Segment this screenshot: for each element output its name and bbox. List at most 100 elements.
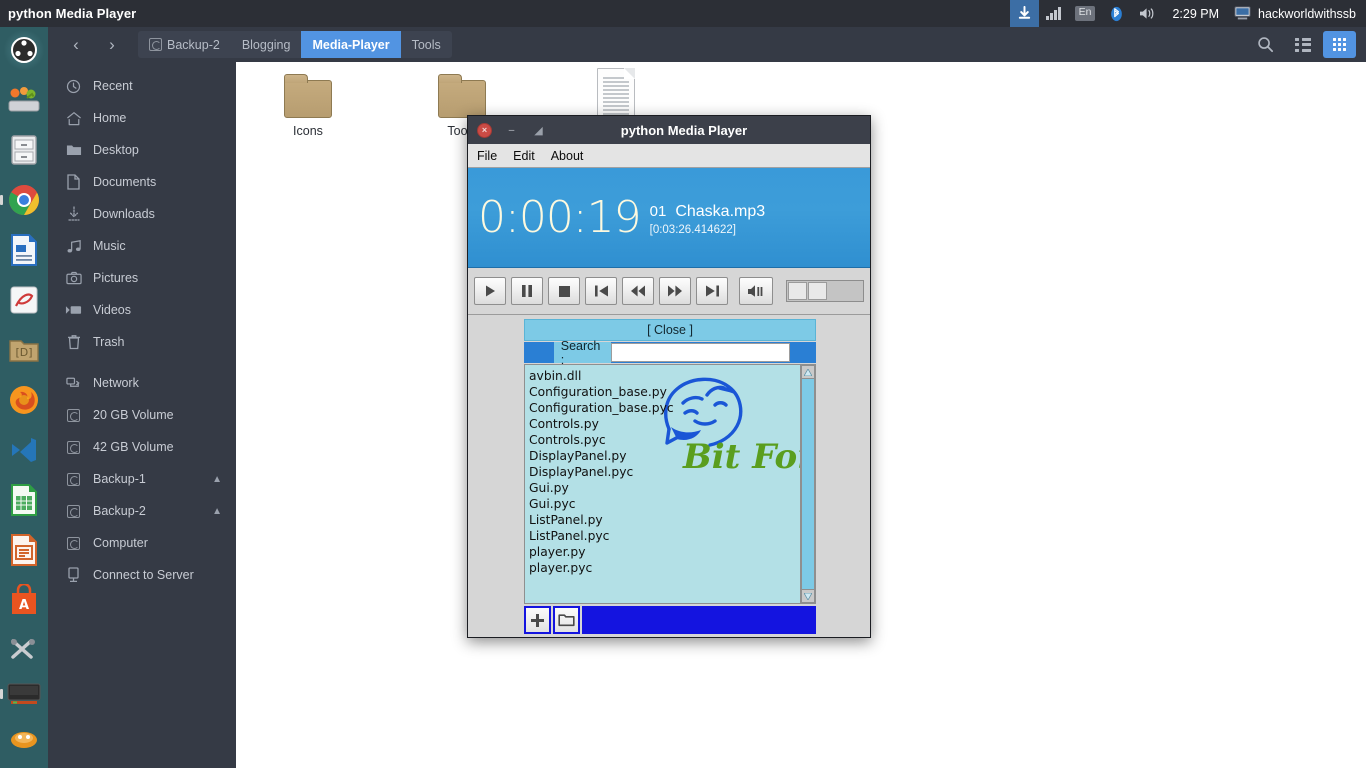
menu-edit[interactable]: Edit — [513, 149, 535, 163]
sidebar-item-computer[interactable]: Computer — [48, 527, 236, 559]
keyboard-layout-indicator[interactable]: En — [1068, 0, 1103, 27]
search-input[interactable] — [611, 343, 790, 362]
ubuntu-software-center-icon[interactable]: A — [4, 580, 44, 620]
media-player-titlebar[interactable]: × – ◢ python Media Player — [468, 116, 870, 144]
grid-view-icon[interactable] — [1323, 31, 1356, 58]
sidebar-item-backup-2[interactable]: Backup-2 ▲ — [48, 495, 236, 527]
minimize-button[interactable]: – — [504, 123, 519, 138]
scroll-up-arrow-icon[interactable] — [801, 365, 815, 379]
libreoffice-calc-icon[interactable] — [4, 480, 44, 520]
firefox-icon[interactable] — [4, 380, 44, 420]
username-label[interactable]: hackworldwithssb — [1258, 7, 1366, 21]
google-chrome-icon[interactable] — [0, 180, 44, 220]
menu-file[interactable]: File — [477, 149, 497, 163]
fast-forward-button[interactable] — [659, 277, 691, 305]
play-button[interactable] — [474, 277, 506, 305]
search-icon[interactable] — [1249, 31, 1282, 58]
sidebar-item-trash[interactable]: Trash — [48, 326, 236, 358]
file-list[interactable]: avbin.dll Configuration_base.py Configur… — [525, 365, 800, 603]
list-item[interactable]: Controls.pyc — [529, 432, 800, 448]
evince-document-viewer-icon[interactable] — [4, 280, 44, 320]
breadcrumb-item-tools[interactable]: Tools — [401, 31, 452, 58]
sidebar-item-pictures[interactable]: Pictures — [48, 262, 236, 294]
list-item[interactable]: Configuration_base.pyc — [529, 400, 800, 416]
list-item[interactable]: ListPanel.py — [529, 512, 800, 528]
libreoffice-writer-icon[interactable] — [4, 230, 44, 270]
list-item[interactable]: DisplayPanel.pyc — [529, 464, 800, 480]
pause-button[interactable] — [511, 277, 543, 305]
sidebar-item-documents[interactable]: Documents — [48, 166, 236, 198]
eject-icon[interactable]: ▲ — [212, 474, 222, 485]
sidebar-item-desktop[interactable]: Desktop — [48, 134, 236, 166]
elapsed-time: 0:00:19 — [478, 191, 642, 243]
list-item[interactable]: DisplayPanel.py — [529, 448, 800, 464]
list-view-icon[interactable] — [1286, 31, 1319, 58]
list-item[interactable]: player.pyc — [529, 560, 800, 576]
download-arrow-icon[interactable] — [1010, 0, 1040, 27]
sidebar-item-42gb-volume[interactable]: 42 GB Volume — [48, 431, 236, 463]
sidebar-item-music[interactable]: Music — [48, 230, 236, 262]
sidebar-item-label: Desktop — [93, 143, 139, 157]
transport-controls — [468, 268, 870, 315]
gimp-icon[interactable] — [4, 718, 44, 758]
list-scrollbar[interactable] — [800, 365, 815, 603]
file-cabinet-icon[interactable] — [4, 130, 44, 170]
back-button[interactable]: ‹ — [58, 30, 94, 60]
terminal-icon[interactable] — [0, 674, 44, 714]
status-bar — [582, 606, 816, 634]
sidebar-item-home[interactable]: Home — [48, 102, 236, 134]
sidebar-item-recent[interactable]: Recent — [48, 70, 236, 102]
sidebar-item-backup-1[interactable]: Backup-1 ▲ — [48, 463, 236, 495]
volume-segment — [788, 282, 807, 300]
clock[interactable]: 2:29 PM — [1164, 7, 1227, 21]
sidebar-item-connect-to-server[interactable]: Connect to Server — [48, 559, 236, 591]
vs-code-icon[interactable] — [4, 430, 44, 470]
speaker-volume-icon[interactable] — [1131, 0, 1164, 27]
close-button[interactable]: × — [477, 122, 492, 138]
rewind-button[interactable] — [622, 277, 654, 305]
eject-icon[interactable]: ▲ — [212, 506, 222, 517]
ubuntu-dash-icon[interactable] — [4, 30, 44, 70]
list-item[interactable]: Configuration_base.py — [529, 384, 800, 400]
list-item[interactable]: ListPanel.pyc — [529, 528, 800, 544]
list-item[interactable]: Controls.py — [529, 416, 800, 432]
scrollbar-thumb[interactable] — [801, 379, 815, 589]
system-tray: En 2:29 PM hackworldwithssb — [1010, 0, 1366, 27]
drive-icon — [65, 472, 82, 486]
computer-monitor-icon[interactable] — [1227, 0, 1258, 27]
menu-about[interactable]: About — [551, 149, 584, 163]
list-item[interactable]: Gui.pyc — [529, 496, 800, 512]
desktop-item-document[interactable] — [568, 68, 664, 122]
volume-slider[interactable] — [786, 280, 864, 302]
scroll-down-arrow-icon[interactable] — [801, 589, 815, 603]
list-item[interactable]: player.py — [529, 544, 800, 560]
maximize-button[interactable]: ◢ — [531, 123, 546, 138]
breadcrumb-item-media-player[interactable]: Media-Player — [301, 31, 401, 58]
sidebar-item-videos[interactable]: Videos — [48, 294, 236, 326]
forward-button[interactable]: › — [94, 30, 130, 60]
add-file-button[interactable] — [524, 606, 551, 634]
previous-track-button[interactable] — [585, 277, 617, 305]
sidebar-item-downloads[interactable]: Downloads — [48, 198, 236, 230]
folder-d-icon[interactable]: [D] — [4, 330, 44, 370]
search-row-left-fill — [524, 342, 554, 363]
scanner-icon[interactable] — [4, 762, 44, 768]
ubuntu-software-updates-icon[interactable] — [4, 80, 44, 120]
signal-strength-icon[interactable] — [1039, 0, 1068, 27]
add-folder-button[interactable] — [553, 606, 580, 634]
breadcrumb-item-backup-2[interactable]: Backup-2 — [138, 31, 231, 58]
music-note-icon — [65, 239, 82, 254]
next-track-button[interactable] — [696, 277, 728, 305]
breadcrumb-item-blogging[interactable]: Blogging — [231, 31, 302, 58]
sidebar-item-20gb-volume[interactable]: 20 GB Volume — [48, 399, 236, 431]
list-item[interactable]: avbin.dll — [529, 368, 800, 384]
list-item[interactable]: Gui.py — [529, 480, 800, 496]
stop-button[interactable] — [548, 277, 580, 305]
breadcrumb-label: Backup-2 — [167, 37, 220, 52]
system-settings-icon[interactable] — [4, 630, 44, 670]
sidebar-item-network[interactable]: Network — [48, 367, 236, 399]
bluetooth-icon[interactable] — [1102, 0, 1131, 27]
desktop-item-icons[interactable]: Icons — [260, 74, 356, 138]
libreoffice-impress-icon[interactable] — [4, 530, 44, 570]
volume-button[interactable] — [739, 277, 773, 305]
